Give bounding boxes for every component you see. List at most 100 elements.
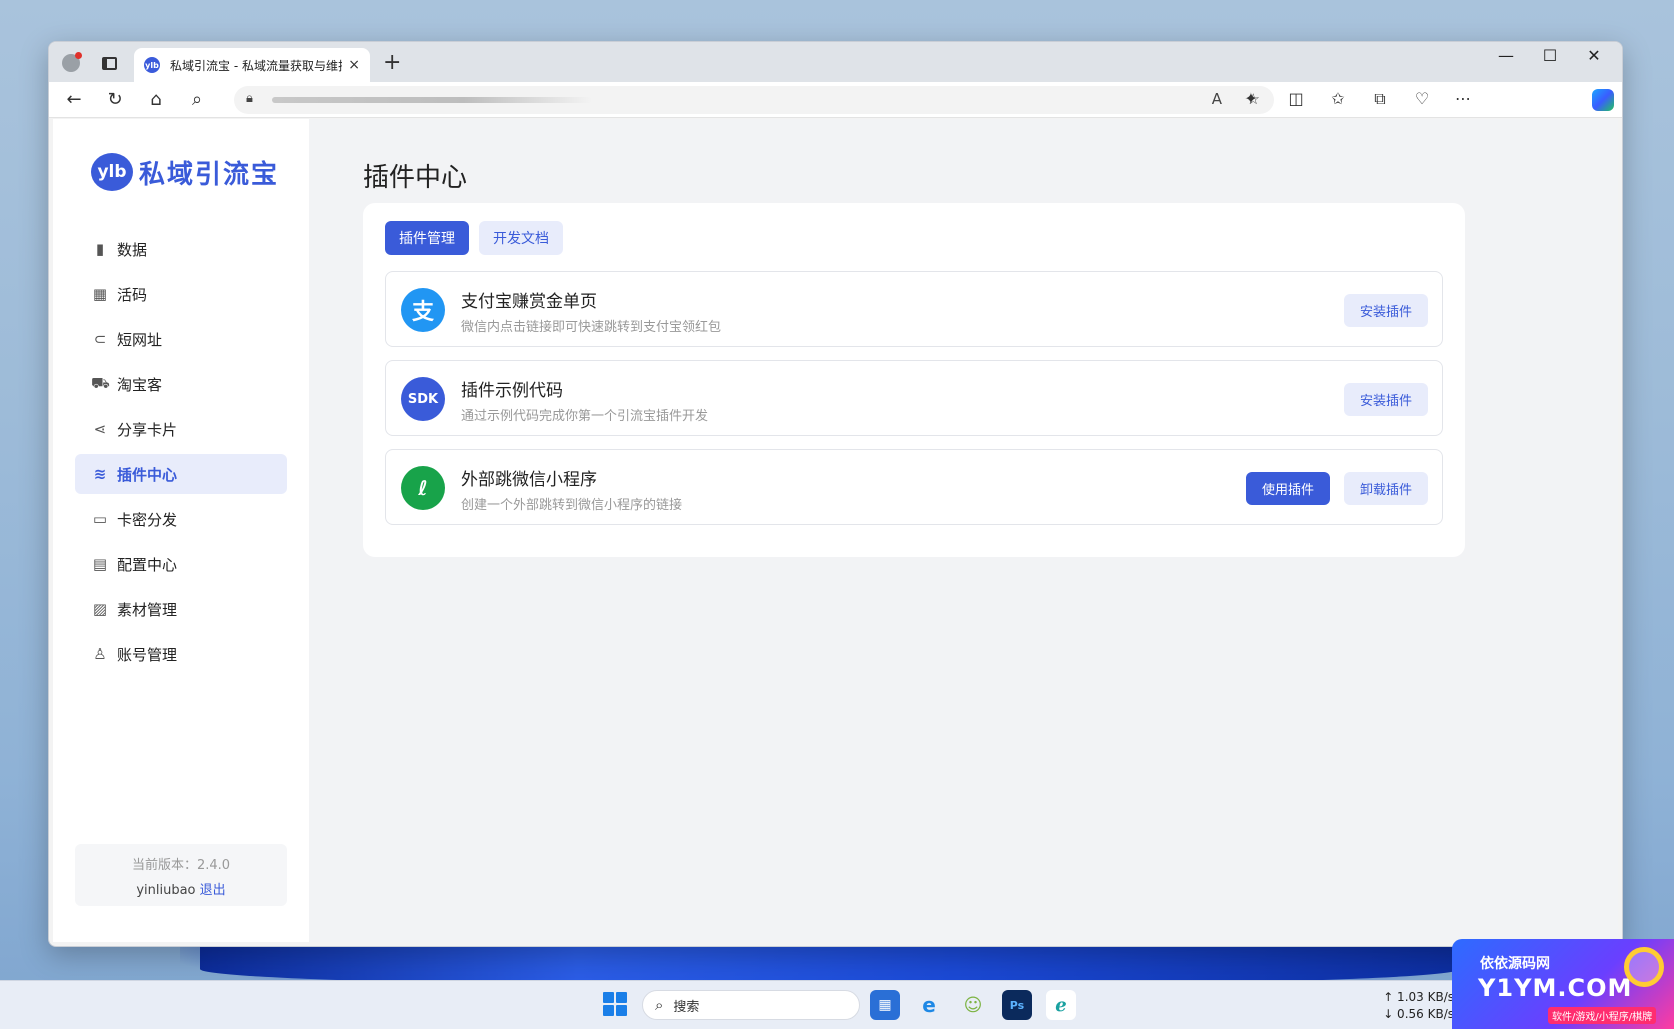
collections-icon[interactable]: ⧉: [1368, 89, 1392, 109]
settings-window-icon: ▤: [92, 555, 108, 573]
sidebar-item-1[interactable]: ▦ 活码: [75, 274, 287, 314]
sidebar-item-6[interactable]: ▭ 卡密分发: [75, 499, 287, 539]
ie-browser-icon[interactable]: e: [914, 990, 944, 1020]
wallpaper-swoosh-dark: [200, 945, 1460, 985]
plugin-desc: 通过示例代码完成你第一个引流宝插件开发: [461, 409, 709, 424]
read-aloud-icon[interactable]: A: [1212, 90, 1222, 108]
plugin-name: 插件示例代码: [461, 381, 563, 401]
wechat-miniprogram-icon: ℓ: [401, 466, 445, 510]
watermark-main-text: Y1YM.COM: [1478, 974, 1633, 1002]
sidebar-item-label: 短网址: [117, 330, 163, 349]
plugin-item-wechat-miniprogram: ℓ 外部跳微信小程序 创建一个外部跳转到微信小程序的链接 使用插件 卸载插件: [385, 449, 1443, 525]
plugin-name: 外部跳微信小程序: [461, 470, 597, 490]
tab-dev-docs[interactable]: 开发文档: [479, 221, 563, 255]
taskbar-search-label: 搜索: [673, 999, 700, 1015]
tab-favicon-icon: ylb: [144, 57, 160, 73]
favorites-icon[interactable]: ✩: [1326, 89, 1350, 108]
install-plugin-button[interactable]: 安装插件: [1343, 383, 1428, 416]
sidebar-item-label: 素材管理: [117, 600, 178, 619]
net-download: ↓ 0.56 KB/s: [1383, 1007, 1454, 1021]
username: yinliubao: [136, 883, 196, 898]
plugin-item-sdk: SDK 插件示例代码 通过示例代码完成你第一个引流宝插件开发 安装插件: [385, 360, 1443, 436]
extensions-icon[interactable]: ✦: [1239, 89, 1263, 108]
profile-icon[interactable]: [59, 51, 83, 75]
web-page: ylb 私域引流宝 ▮ 数据 ▦ 活码 ⊂ 短网址 ⛟ 淘宝客 ⋖ 分享卡片 ≋ 插件中心 ▭ 卡密分发 ▤…: [53, 119, 1618, 942]
sdk-icon: SDK: [401, 377, 445, 421]
logo-badge: ylb: [91, 153, 133, 191]
sidebar: ylb 私域引流宝 ▮ 数据 ▦ 活码 ⊂ 短网址 ⛟ 淘宝客 ⋖ 分享卡片 ≋ 插件中心 ▭ 卡密分发 ▤…: [53, 119, 309, 942]
tab-actions-icon[interactable]: [97, 51, 121, 75]
version-text: 当前版本：2.4.0: [131, 858, 231, 873]
browser-essentials-icon[interactable]: ♡: [1410, 89, 1434, 108]
plugin-card: 插件管理 开发文档 支 支付宝赚赏金单页 微信内点击链接即可快速跳转到支付宝领红…: [363, 203, 1465, 557]
new-tab-button[interactable]: +: [383, 50, 401, 75]
magnifier-icon: [1624, 947, 1664, 987]
windows-start-icon[interactable]: [603, 992, 627, 1016]
home-icon[interactable]: ⌂: [143, 88, 169, 112]
sidebar-item-0[interactable]: ▮ 数据: [75, 229, 287, 269]
sidebar-item-5[interactable]: ≋ 插件中心: [75, 454, 287, 494]
sidebar-item-8[interactable]: ▨ 素材管理: [75, 589, 287, 629]
url-text-blurred: [272, 97, 592, 103]
taskbar-search[interactable]: ⌕ 搜索: [642, 990, 860, 1020]
taskbar: ⌕ 搜索 ▦ e ☺ Ps ℯ ↑ 1.03 KB/s ↓ 0.56 KB/s: [0, 980, 1674, 1029]
plugin-name: 支付宝赚赏金单页: [461, 292, 597, 312]
tab-plugin-management[interactable]: 插件管理: [385, 221, 469, 255]
window-minimize-button[interactable]: —: [1486, 46, 1526, 65]
copilot-icon[interactable]: [1592, 89, 1614, 111]
net-upload: ↑ 1.03 KB/s: [1383, 990, 1454, 1004]
network-speed: ↑ 1.03 KB/s ↓ 0.56 KB/s: [1383, 989, 1454, 1023]
search-icon[interactable]: ⌕: [184, 88, 210, 112]
back-icon[interactable]: ←: [61, 88, 87, 112]
window-maximize-button[interactable]: ☐: [1530, 46, 1570, 65]
sidebar-item-4[interactable]: ⋖ 分享卡片: [75, 409, 287, 449]
sidebar-item-label: 活码: [117, 285, 148, 304]
edge-browser-icon[interactable]: ℯ: [1046, 990, 1076, 1020]
link-icon: ⊂: [93, 330, 107, 348]
use-plugin-button[interactable]: 使用插件: [1245, 472, 1330, 505]
layers-icon: ≋: [93, 465, 107, 483]
sidebar-item-7[interactable]: ▤ 配置中心: [75, 544, 287, 584]
qr-code-icon: ▦: [92, 285, 108, 303]
logout-link[interactable]: 退出: [200, 883, 226, 898]
sidebar-menu: ▮ 数据 ▦ 活码 ⊂ 短网址 ⛟ 淘宝客 ⋖ 分享卡片 ≋ 插件中心 ▭ 卡密分发 ▤ 配置中心 ▨ 素材管理 ♙…: [75, 229, 287, 679]
sidebar-item-label: 卡密分发: [117, 510, 178, 529]
watermark-top-text: 依依源码网: [1480, 956, 1550, 972]
bar-chart-icon: ▮: [95, 240, 105, 258]
sidebar-item-label: 数据: [117, 240, 148, 259]
sidebar-item-label: 分享卡片: [117, 420, 178, 439]
version-box: 当前版本：2.4.0 yinliubao 退出: [75, 844, 287, 906]
watermark-sub-text: 软件/游戏/小程序/棋牌: [1548, 1007, 1657, 1024]
browser-tab-bar: ylb 私域引流宝 - 私域流量获取与维护 × + — ☐ ✕: [49, 42, 1622, 82]
store-icon[interactable]: ▦: [870, 990, 900, 1020]
browser-toolbar: ← ↻ ⌂ ⌕ 🔒︎ A ☆ ✦ ◫ ✩ ⧉ ♡ ⋯: [49, 82, 1622, 118]
app-logo[interactable]: ylb 私域引流宝: [91, 153, 279, 191]
page-title: 插件中心: [363, 163, 468, 193]
plugin-item-alipay: 支 支付宝赚赏金单页 微信内点击链接即可快速跳转到支付宝领红包 安装插件: [385, 271, 1443, 347]
search-icon: ⌕: [655, 996, 664, 1014]
browser-tab-active[interactable]: ylb 私域引流宝 - 私域流量获取与维护 ×: [134, 48, 370, 82]
cart-icon: ⛟: [91, 374, 110, 392]
plugin-desc: 创建一个外部跳转到微信小程序的链接: [461, 498, 683, 513]
uninstall-plugin-button[interactable]: 卸载插件: [1343, 472, 1428, 505]
sidebar-item-label: 淘宝客: [117, 375, 163, 394]
main-content: 插件中心 插件管理 开发文档 支 支付宝赚赏金单页 微信内点击链接即可快速跳转到…: [309, 119, 1618, 942]
chat-app-icon[interactable]: ☺: [958, 990, 988, 1020]
install-plugin-button[interactable]: 安装插件: [1343, 294, 1428, 327]
plugin-desc: 微信内点击链接即可快速跳转到支付宝领红包: [461, 320, 722, 335]
address-bar[interactable]: 🔒︎ A ☆: [234, 86, 1274, 114]
share-icon: ⋖: [93, 420, 107, 438]
sidebar-item-2[interactable]: ⊂ 短网址: [75, 319, 287, 359]
refresh-icon[interactable]: ↻: [102, 88, 128, 112]
more-menu-icon[interactable]: ⋯: [1451, 89, 1475, 108]
split-screen-icon[interactable]: ◫: [1284, 89, 1308, 108]
logo-text: 私域引流宝: [139, 159, 280, 190]
plugin-tabs: 插件管理 开发文档: [385, 221, 573, 255]
lock-icon: 🔒︎: [246, 91, 253, 106]
tab-close-icon[interactable]: ×: [348, 57, 360, 73]
window-close-button[interactable]: ✕: [1574, 46, 1614, 65]
sidebar-item-label: 插件中心: [117, 465, 178, 484]
sidebar-item-9[interactable]: ♙ 账号管理: [75, 634, 287, 674]
photoshop-icon[interactable]: Ps: [1002, 990, 1032, 1020]
sidebar-item-3[interactable]: ⛟ 淘宝客: [75, 364, 287, 404]
